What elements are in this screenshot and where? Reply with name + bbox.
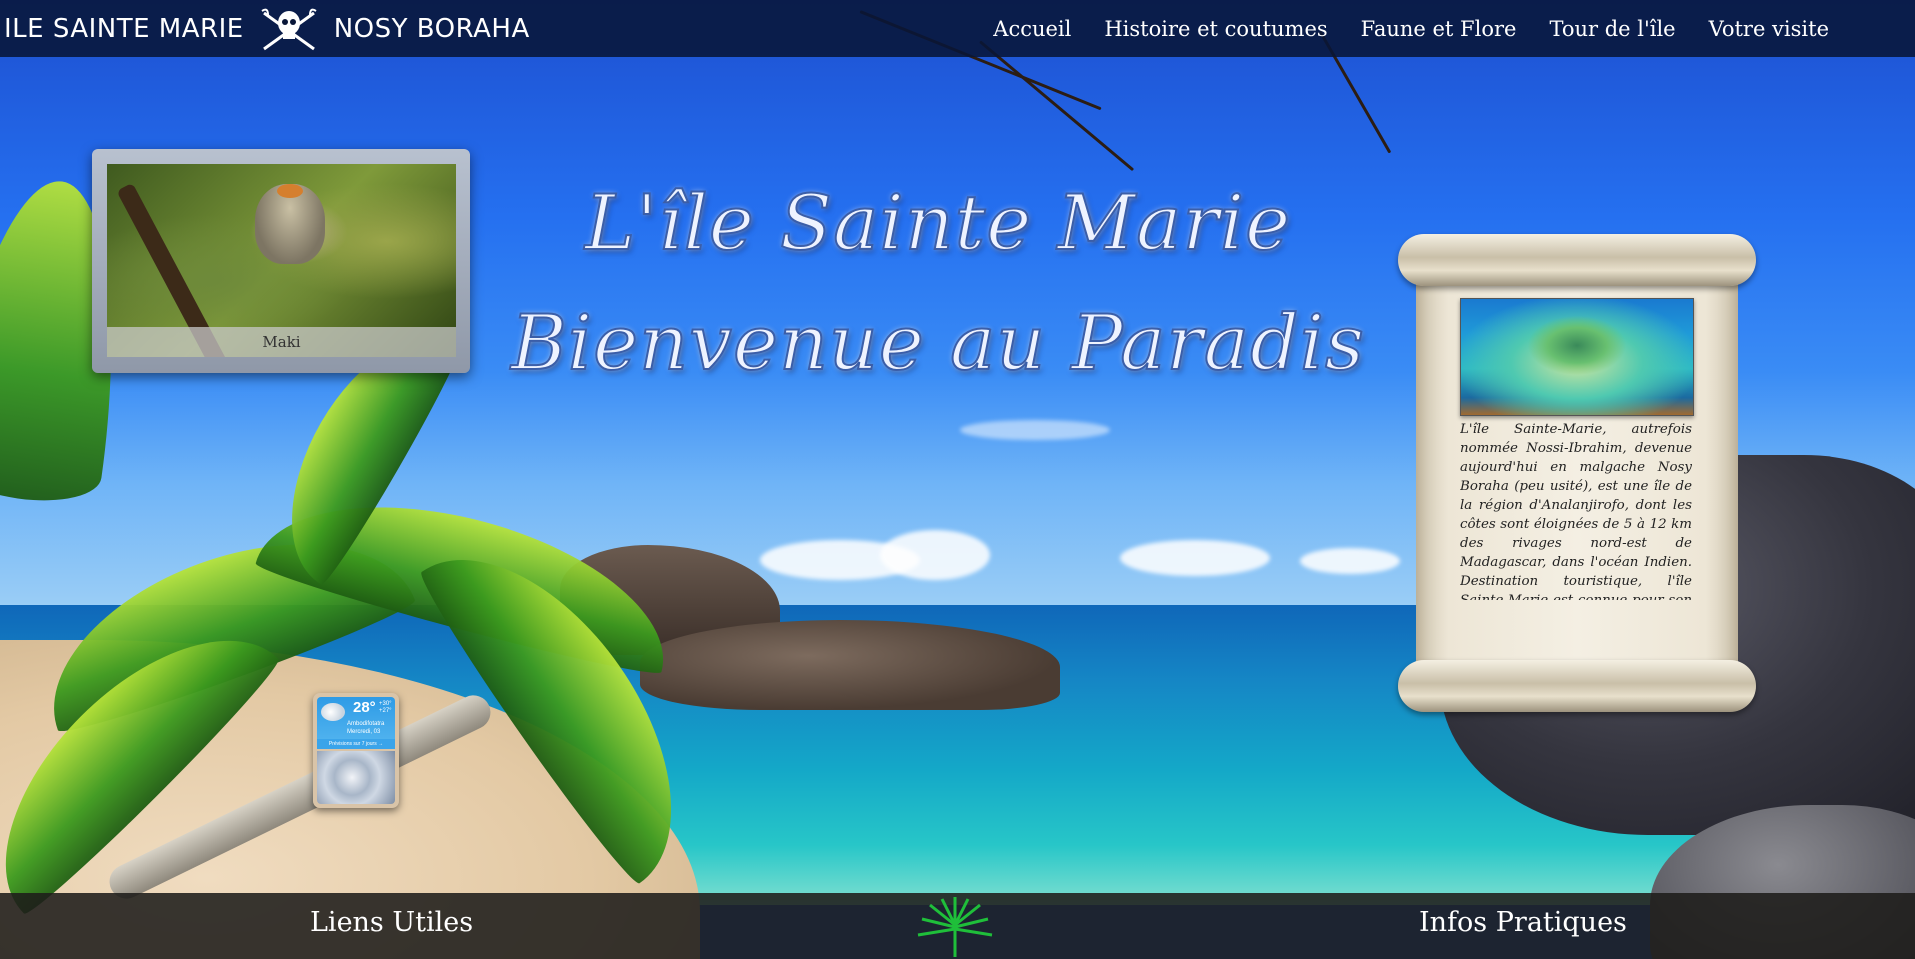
footer-useful-links[interactable]: Liens Utiles <box>310 907 473 938</box>
weather-widget[interactable]: 28° +30° +27° Ambodifotatra Mercredi, 03… <box>313 693 399 808</box>
nav-links: Accueil Histoire et coutumes Faune et Fl… <box>993 0 1915 57</box>
weather-date: Mercredi, 03 <box>347 729 381 735</box>
rocks <box>640 620 1060 710</box>
brand-left-text: ILE SAINTE MARIE <box>4 13 244 44</box>
lemur-photo: Maki <box>107 164 456 357</box>
scroll-description[interactable]: L'île Sainte-Marie, autrefois nommée Nos… <box>1460 420 1692 600</box>
nav-link-visite[interactable]: Votre visite <box>1709 17 1829 41</box>
weather-satellite-map <box>317 751 395 804</box>
cloud <box>1300 548 1400 574</box>
footer-practical-info[interactable]: Infos Pratiques <box>1419 907 1627 938</box>
nav-link-accueil[interactable]: Accueil <box>993 17 1071 41</box>
weather-forecast-link[interactable]: Prévisions sur 7 jours → <box>317 739 395 749</box>
parchment-scroll: L'île Sainte-Marie, autrefois nommée Nos… <box>1398 230 1756 716</box>
cloud <box>880 530 990 580</box>
brand-right-text: NOSY BORAHA <box>333 13 530 44</box>
weather-min: +27° <box>379 708 392 714</box>
nav-link-tour[interactable]: Tour de l'île <box>1549 17 1675 41</box>
hero-subtitle: Bienvenue au Paradis <box>510 297 1366 388</box>
hero-title: L'île Sainte Marie <box>584 177 1292 268</box>
weather-max: +30° <box>379 701 392 707</box>
top-navbar: ILE SAINTE MARIE NOSY BORAHA Accueil His… <box>0 0 1915 57</box>
weather-temperature: 28° <box>353 699 376 716</box>
skull-crossbones-icon <box>261 8 317 50</box>
weather-minmax: +30° +27° <box>379 701 392 715</box>
cloud-icon <box>321 703 345 721</box>
cloud <box>1120 540 1270 576</box>
scroll-roll-top <box>1398 234 1756 286</box>
lemur <box>255 184 325 264</box>
island-aerial-photo <box>1460 298 1694 416</box>
site-brand[interactable]: ILE SAINTE MARIE NOSY BORAHA <box>4 0 530 57</box>
scroll-roll-bottom <box>1398 660 1756 712</box>
photo-caption: Maki <box>107 327 456 357</box>
nav-link-histoire[interactable]: Histoire et coutumes <box>1104 17 1327 41</box>
traveller-palm-icon[interactable] <box>910 895 1000 959</box>
photo-card[interactable]: Maki <box>92 149 470 373</box>
footer: Liens Utiles Infos Pratiques <box>0 893 1915 959</box>
cloud <box>960 420 1110 440</box>
weather-city: Ambodifotatra <box>347 721 385 727</box>
nav-link-faune-flore[interactable]: Faune et Flore <box>1361 17 1517 41</box>
